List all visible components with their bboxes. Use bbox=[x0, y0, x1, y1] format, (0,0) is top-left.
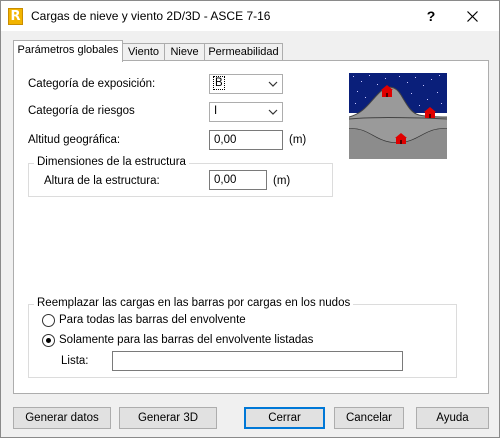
chevron-down-icon bbox=[268, 81, 278, 87]
exposure-category-value: B bbox=[213, 76, 225, 90]
exposure-category-label: Categoría de exposición: bbox=[28, 78, 156, 90]
tab-parametros-globales[interactable]: Parámetros globales bbox=[13, 40, 123, 62]
dimensions-group-title: Dimensiones de la estructura bbox=[34, 156, 189, 168]
radio-all-bars-label[interactable]: Para todas las barras del envolvente bbox=[59, 314, 246, 326]
risk-category-value: I bbox=[214, 105, 218, 117]
list-label: Lista: bbox=[61, 355, 89, 367]
radio-listed-bars[interactable] bbox=[42, 334, 55, 347]
help-button[interactable]: Ayuda bbox=[416, 407, 489, 429]
risk-category-label: Categoría de riesgos bbox=[28, 105, 135, 117]
altitude-value: 0,00 bbox=[214, 134, 237, 146]
structure-height-label: Altura de la estructura: bbox=[44, 175, 160, 187]
chevron-down-icon bbox=[268, 109, 278, 115]
replace-loads-group-title: Reemplazar las cargas en las barras por … bbox=[34, 297, 354, 309]
radio-listed-bars-label[interactable]: Solamente para las barras del envolvente… bbox=[59, 334, 313, 346]
tab-viento[interactable]: Viento bbox=[122, 43, 165, 61]
dialog-window: R Cargas de nieve y viento 2D/3D - ASCE … bbox=[0, 0, 500, 438]
tab-permeabilidad[interactable]: Permeabilidad bbox=[204, 43, 283, 61]
generate-data-button[interactable]: Generar datos bbox=[13, 407, 111, 429]
risk-category-select[interactable]: I bbox=[209, 102, 283, 122]
app-logo-icon: R bbox=[8, 8, 23, 25]
radio-all-bars[interactable] bbox=[42, 314, 55, 327]
altitude-input[interactable]: 0,00 bbox=[209, 130, 283, 150]
terrain-illustration bbox=[349, 73, 447, 159]
window-title: Cargas de nieve y viento 2D/3D - ASCE 7-… bbox=[31, 9, 271, 23]
close-icon bbox=[466, 11, 478, 22]
close-button[interactable]: Cerrar bbox=[244, 407, 325, 429]
global-parameters-panel: Categoría de exposición: B Categoría de … bbox=[13, 60, 489, 394]
altitude-label: Altitud geográfica: bbox=[28, 134, 121, 146]
exposure-category-select[interactable]: B bbox=[209, 74, 283, 94]
structure-height-unit: (m) bbox=[273, 175, 291, 187]
title-help-button[interactable]: ? bbox=[419, 5, 443, 27]
close-window-button[interactable] bbox=[457, 5, 487, 27]
structure-height-input[interactable]: 0,00 bbox=[209, 170, 267, 190]
structure-height-value: 0,00 bbox=[214, 174, 237, 186]
tab-nieve[interactable]: Nieve bbox=[164, 43, 205, 61]
bar-list-input[interactable] bbox=[112, 351, 403, 371]
title-bar: R Cargas de nieve y viento 2D/3D - ASCE … bbox=[1, 1, 499, 31]
cancel-button[interactable]: Cancelar bbox=[334, 407, 404, 429]
generate-3d-button[interactable]: Generar 3D bbox=[119, 407, 217, 429]
altitude-unit: (m) bbox=[289, 134, 307, 146]
